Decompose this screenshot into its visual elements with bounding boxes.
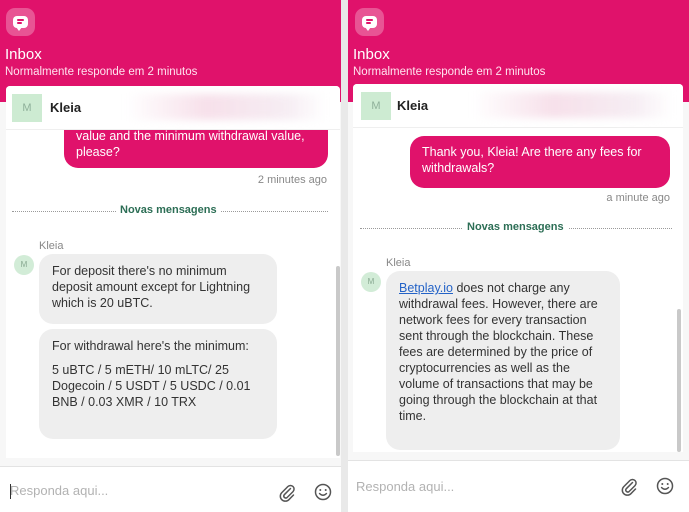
blurred-region (126, 94, 326, 120)
response-time-subtitle: Normalmente responde em 2 minutos (5, 66, 198, 78)
response-time-subtitle: Normalmente responde em 2 minutos (353, 66, 546, 78)
incoming-message-text: 5 uBTC / 5 mETH/ 10 mLTC/ 25 Dogecoin / … (52, 363, 251, 409)
outgoing-message: Thank you, Kleia! Are there any fees for… (410, 136, 670, 188)
outgoing-message-text: Thank you, Kleia! Are there any fees for… (422, 145, 642, 175)
chat-widget-left: Inbox Normalmente responde em 2 minutos … (0, 0, 341, 512)
agent-header: M Kleia (6, 86, 340, 130)
smiley-icon[interactable] (313, 482, 333, 502)
incoming-message: For deposit there's no minimum deposit a… (39, 254, 277, 324)
agent-name: Kleia (50, 100, 82, 115)
inbox-title: Inbox (5, 46, 42, 63)
smiley-icon[interactable] (655, 476, 675, 496)
reply-input[interactable] (10, 475, 260, 505)
incoming-message-text: For withdrawal here's the minimum: (52, 339, 249, 353)
message-timestamp: a minute ago (606, 192, 670, 204)
blurred-region (473, 92, 673, 118)
agent-name: Kleia (397, 98, 429, 113)
sender-name: Kleia (386, 257, 411, 269)
inbox-title: Inbox (353, 46, 390, 63)
conversation-card[interactable]: M Kleia Thank you, Kleia! Are there any … (353, 84, 683, 452)
message-timestamp: 2 minutes ago (257, 174, 327, 186)
conversation-card[interactable]: M Kleia value and the minimum withdrawal… (6, 86, 340, 458)
betplay-link[interactable]: Betplay.io (399, 281, 453, 295)
paperclip-icon[interactable] (619, 476, 639, 496)
new-messages-label: Novas mensagens (463, 221, 568, 233)
agent-avatar: M (12, 94, 42, 122)
agent-avatar: M (361, 92, 391, 120)
composer-bar (0, 466, 341, 512)
incoming-message-text: For deposit there's no minimum deposit a… (52, 264, 251, 310)
incoming-message: For withdrawal here's the minimum: 5 uBT… (39, 329, 277, 439)
outgoing-message-text: value and the minimum withdrawal value, … (76, 129, 305, 159)
incoming-message-text: does not charge any withdrawal fees. How… (399, 281, 598, 423)
sender-name: Kleia (39, 240, 64, 252)
incoming-message: Betplay.io does not charge any withdrawa… (386, 271, 620, 450)
sender-avatar: M (361, 272, 381, 292)
paperclip-icon[interactable] (277, 482, 297, 502)
composer-bar (348, 460, 689, 512)
reply-input[interactable] (356, 471, 606, 501)
agent-header: M Kleia (353, 84, 683, 128)
chat-bubble-icon (6, 8, 35, 36)
chat-bubble-icon (355, 8, 384, 36)
chat-widget-right: Inbox Normalmente responde em 2 minutos … (348, 0, 689, 512)
sender-avatar: M (14, 255, 34, 275)
new-messages-label: Novas mensagens (116, 204, 221, 216)
scrollbar[interactable] (677, 309, 681, 452)
scrollbar[interactable] (336, 266, 340, 456)
